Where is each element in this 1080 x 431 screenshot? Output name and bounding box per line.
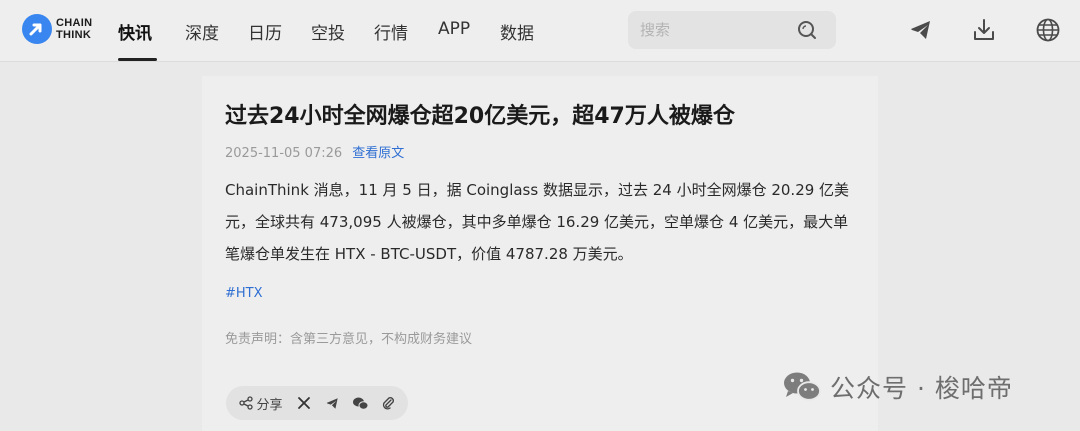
watermark-text: 公众号 · 梭哈帝 <box>830 374 1013 403</box>
logo-line-2: THINK <box>56 29 92 41</box>
link-icon <box>382 396 394 410</box>
disclaimer: 免责声明：含第三方意见，不构成财务建议 <box>225 332 473 347</box>
share-x-button[interactable] <box>292 386 316 420</box>
nav-item-calendar[interactable]: 日历 <box>248 19 282 44</box>
logo-mark-icon <box>22 14 52 44</box>
wechat-icon <box>352 397 368 410</box>
download-icon[interactable] <box>971 17 997 43</box>
search-box[interactable] <box>628 11 836 49</box>
nav-item-market[interactable]: 行情 <box>374 19 408 44</box>
article-meta: 2025-11-05 07:26 查看原文 <box>225 142 404 161</box>
tag-htx[interactable]: #HTX <box>225 286 263 301</box>
nav-item-flash-news[interactable]: 快讯 <box>118 19 152 44</box>
x-icon <box>298 397 310 409</box>
search-input[interactable] <box>640 19 790 41</box>
article-date: 2025-11-05 07:26 <box>225 146 343 161</box>
nav-item-data[interactable]: 数据 <box>500 19 534 44</box>
logo-text: CHAIN THINK <box>56 17 92 41</box>
share-link-button[interactable] <box>376 386 400 420</box>
view-source-link[interactable]: 查看原文 <box>352 146 404 161</box>
telegram-icon <box>326 397 338 409</box>
wechat-watermark: 公众号 · 梭哈帝 <box>782 367 1013 407</box>
share-bar: 分享 <box>226 386 408 420</box>
active-tab-indicator <box>118 58 157 61</box>
article-body: ChainThink 消息，11 月 5 日，据 Coinglass 数据显示，… <box>225 181 850 263</box>
chainthink-logo[interactable]: CHAIN THINK <box>22 14 102 46</box>
share-button[interactable]: 分享 <box>236 386 286 420</box>
share-icon <box>239 396 254 410</box>
article-title: 过去24小时全网爆仓超20亿美元，超47万人被爆仓 <box>225 104 735 129</box>
logo-line-1: CHAIN <box>56 17 93 29</box>
nav-item-depth[interactable]: 深度 <box>185 19 219 44</box>
article-card: 过去24小时全网爆仓超20亿美元，超47万人被爆仓 2025-11-05 07:… <box>202 76 878 431</box>
search-icon[interactable] <box>797 20 817 40</box>
share-wechat-button[interactable] <box>348 386 372 420</box>
telegram-icon[interactable] <box>908 17 934 43</box>
globe-icon[interactable] <box>1035 17 1061 43</box>
nav-item-airdrop[interactable]: 空投 <box>311 19 345 44</box>
nav-item-app[interactable]: APP <box>438 19 470 39</box>
share-telegram-button[interactable] <box>320 386 344 420</box>
share-label: 分享 <box>256 397 283 413</box>
wechat-icon <box>784 372 821 401</box>
top-navigation-bar: CHAIN THINK 快讯 深度 日历 空投 行情 APP 数据 <box>0 0 1080 62</box>
